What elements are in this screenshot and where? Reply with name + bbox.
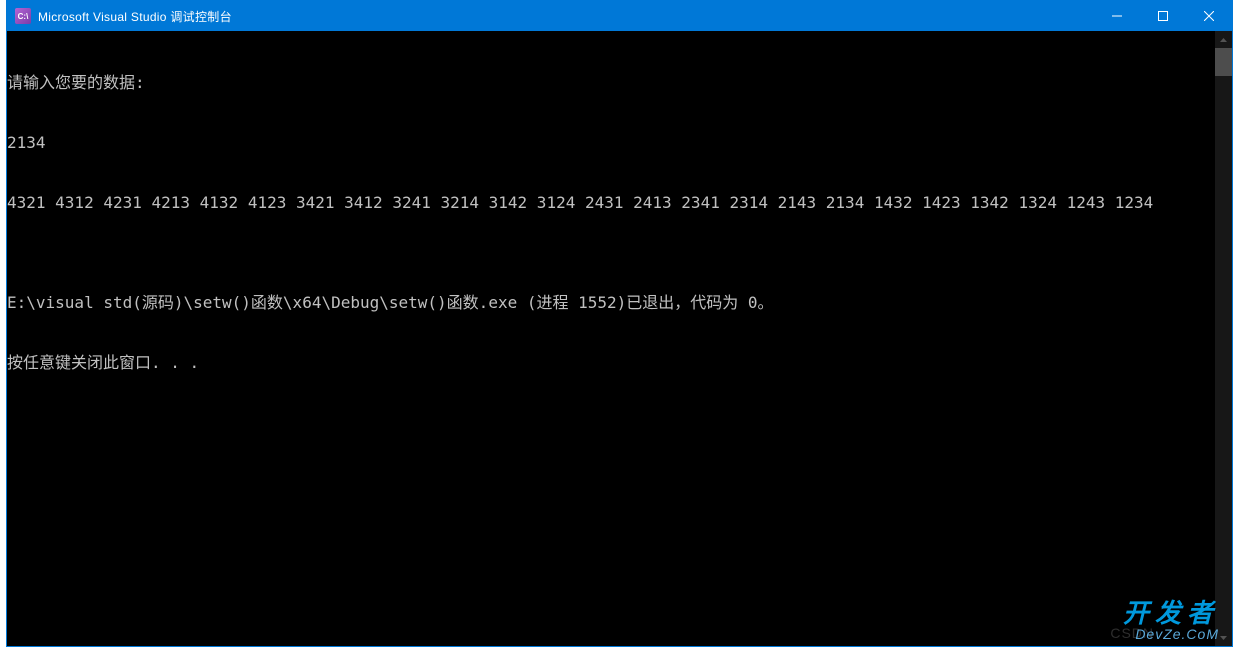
- watermark-csdn: CSDN: [1110, 625, 1154, 641]
- app-icon-text: C:\: [18, 12, 29, 21]
- scroll-thumb[interactable]: [1215, 48, 1232, 76]
- maximize-button[interactable]: [1140, 1, 1186, 31]
- window-controls: [1094, 1, 1232, 31]
- window-title: Microsoft Visual Studio 调试控制台: [38, 8, 1094, 25]
- console-content[interactable]: 请输入您要的数据: 2134 4321 4312 4231 4213 4132 …: [7, 31, 1215, 646]
- minimize-button[interactable]: [1094, 1, 1140, 31]
- console-line: E:\visual std(源码)\setw()函数\x64\Debug\set…: [7, 293, 1215, 313]
- scroll-track[interactable]: [1215, 48, 1232, 629]
- scroll-down-button[interactable]: [1215, 629, 1232, 646]
- scrollbar: [1215, 31, 1232, 646]
- console-line: 2134: [7, 133, 1215, 153]
- app-icon: C:\: [15, 8, 31, 24]
- minimize-icon: [1112, 11, 1122, 21]
- close-icon: [1204, 11, 1214, 21]
- console-line: 按任意键关闭此窗口. . .: [7, 353, 1215, 373]
- chevron-up-icon: [1220, 38, 1227, 42]
- chevron-down-icon: [1220, 636, 1227, 640]
- console-line: 请输入您要的数据:: [7, 73, 1215, 93]
- console-line: 4321 4312 4231 4213 4132 4123 3421 3412 …: [7, 193, 1215, 213]
- maximize-icon: [1158, 11, 1168, 21]
- scroll-up-button[interactable]: [1215, 31, 1232, 48]
- close-button[interactable]: [1186, 1, 1232, 31]
- console-body: 请输入您要的数据: 2134 4321 4312 4231 4213 4132 …: [7, 31, 1232, 646]
- titlebar: C:\ Microsoft Visual Studio 调试控制台: [7, 1, 1232, 31]
- console-window: C:\ Microsoft Visual Studio 调试控制台 请输入您要的…: [6, 0, 1233, 647]
